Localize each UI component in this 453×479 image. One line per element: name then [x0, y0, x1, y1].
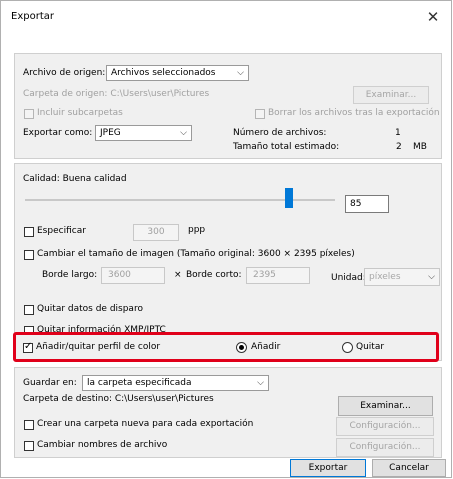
new-folder-checkbox[interactable] [24, 420, 34, 430]
source-label: Archivo de origen: [23, 68, 106, 78]
long-edge-input[interactable]: 3600 [101, 267, 165, 284]
resolution-value: 300 [147, 227, 165, 237]
save-in-value: la carpeta especificada [87, 378, 192, 388]
specify-resolution-checkbox[interactable] [24, 227, 34, 237]
chevron-down-icon: ⌵ [237, 68, 244, 78]
resize-label: Cambiar el tamaño de imagen (Tamaño orig… [37, 249, 355, 259]
quality-value: 85 [350, 199, 362, 209]
resolution-input[interactable]: 300 [133, 224, 179, 241]
unit-label: Unidad: [331, 273, 366, 283]
export-as-label: Exportar como: [23, 128, 93, 138]
rename-files-checkbox[interactable] [24, 441, 34, 451]
file-count-value: 1 [395, 128, 401, 138]
title-bar: Exportar ✕ [1, 1, 451, 33]
quality-label: Calidad: Buena calidad [23, 174, 127, 184]
export-format-select[interactable]: JPEG ⌵ [95, 125, 192, 141]
chevron-down-icon: ⌵ [428, 272, 435, 282]
highlight-box [13, 332, 439, 362]
new-folder-label: Crear una carpeta nueva para cada export… [37, 419, 254, 429]
source-select[interactable]: Archivos seleccionados ⌵ [106, 65, 249, 81]
rename-files-label: Cambiar nombres de archivo [37, 440, 168, 450]
total-size-label: Tamaño total estimado: [233, 142, 340, 152]
chevron-down-icon: ⌵ [180, 128, 187, 138]
export-format-value: JPEG [100, 128, 121, 138]
close-icon[interactable]: ✕ [423, 7, 443, 27]
source-browse-button[interactable]: Examinar... [353, 86, 429, 104]
export-button[interactable]: Exportar [290, 459, 366, 477]
new-folder-config-button[interactable]: Configuración... [336, 417, 434, 436]
source-folder-path: Carpeta de origen: C:\Users\user\Picture… [23, 89, 210, 99]
export-dialog: Exportar ✕ Archivo de origen: Archivos s… [0, 0, 452, 478]
total-size-unit: MB [413, 142, 427, 152]
dialog-title: Exportar [11, 11, 54, 22]
save-in-select[interactable]: la carpeta especificada ⌵ [82, 375, 269, 391]
quality-input[interactable]: 85 [345, 195, 389, 213]
include-subfolders-label: Incluir subcarpetas [37, 108, 123, 118]
specify-resolution-label: Especificar [37, 226, 86, 236]
times-symbol: × [174, 270, 182, 280]
delete-after-label: Borrar los archivos tras la exportación [268, 108, 440, 118]
source-select-value: Archivos seleccionados [111, 68, 216, 78]
unit-select-value: píxeles [369, 272, 401, 282]
destination-group: Guardar en: la carpeta especificada ⌵ Ca… [14, 367, 442, 458]
include-subfolders-checkbox[interactable] [24, 109, 34, 119]
long-edge-label: Borde largo: [42, 270, 98, 280]
short-edge-label: Borde corto: [186, 270, 242, 280]
source-group: Archivo de origen: Archivos seleccionado… [14, 53, 442, 159]
file-count-label: Número de archivos: [233, 128, 327, 138]
destination-browse-button[interactable]: Examinar... [338, 396, 433, 416]
quality-slider-thumb[interactable] [285, 188, 293, 208]
destination-folder-path: Carpeta de destino: C:\Users\user\Pictur… [23, 394, 214, 404]
save-in-label: Guardar en: [23, 378, 77, 388]
short-edge-value: 2395 [253, 270, 276, 280]
delete-after-checkbox[interactable] [255, 109, 265, 119]
remove-shooting-data-label: Quitar datos de disparo [37, 304, 143, 314]
unit-select[interactable]: píxeles ⌵ [364, 268, 440, 286]
chevron-down-icon: ⌵ [257, 378, 264, 388]
total-size-value: 2 [396, 142, 402, 152]
short-edge-input[interactable]: 2395 [246, 267, 310, 284]
resolution-unit: ppp [188, 225, 206, 235]
resize-checkbox[interactable] [24, 250, 34, 260]
long-edge-value: 3600 [108, 270, 131, 280]
remove-shooting-data-checkbox[interactable] [24, 305, 34, 315]
cancel-button[interactable]: Cancelar [372, 459, 446, 477]
rename-config-button[interactable]: Configuración... [336, 438, 434, 457]
